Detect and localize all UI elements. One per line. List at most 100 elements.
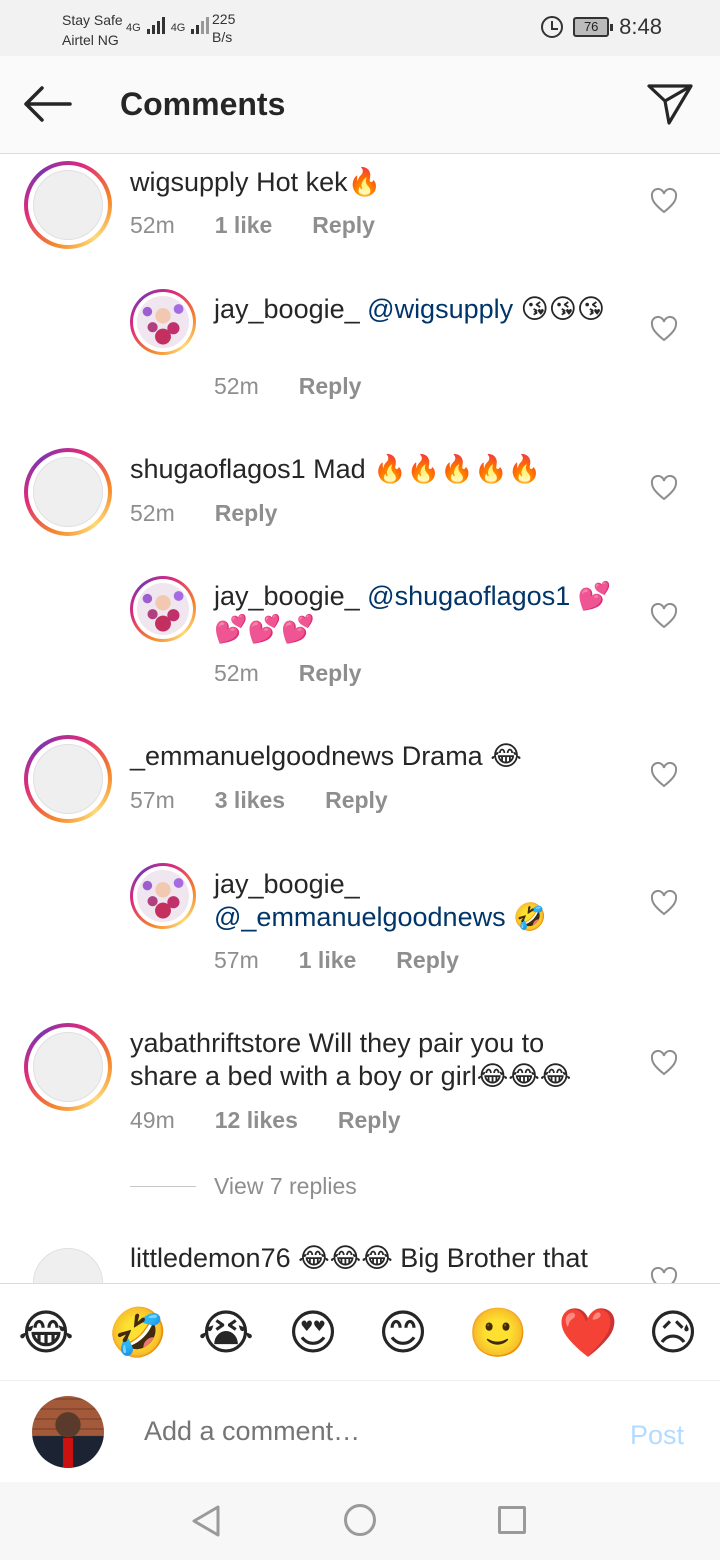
heart-icon[interactable] (650, 762, 678, 788)
status-right: 76 8:48 (541, 14, 662, 40)
comment-time: 52m (130, 212, 175, 238)
nav-back-icon[interactable] (190, 1504, 222, 1538)
signal-bars-icon (191, 14, 210, 34)
avatar[interactable] (24, 1023, 112, 1111)
heart-icon[interactable] (650, 316, 678, 342)
heart-icon[interactable] (650, 603, 678, 629)
alarm-icon (541, 16, 564, 38)
nav-recents-icon[interactable] (498, 1506, 526, 1534)
emoji-rolling-laughing-button[interactable]: 🤣 (108, 1306, 168, 1360)
comment-meta: 57m 3 likes Reply (130, 787, 388, 814)
heart-icon[interactable] (650, 1267, 678, 1283)
page-title: Comments (120, 86, 286, 122)
post-button[interactable]: Post (630, 1420, 684, 1451)
avatar[interactable] (24, 735, 112, 823)
comment-body: Drama 😂 (394, 741, 522, 771)
reply-button[interactable]: Reply (215, 500, 278, 527)
comment-text: _emmanuelgoodnews Drama 😂 (130, 740, 522, 773)
comment-mention[interactable]: @shugaoflagos1 (367, 581, 570, 611)
comment-username[interactable]: wigsupply (130, 167, 249, 197)
system-nav-bar (0, 1482, 720, 1560)
comment-meta: 57m 1 like Reply (214, 947, 459, 974)
comment-text: jay_boogie_ @wigsupply 😘😘😘 (214, 293, 614, 326)
reply-button[interactable]: Reply (396, 947, 459, 974)
heart-icon[interactable] (650, 188, 678, 214)
emoji-crying-button[interactable]: 😭 (198, 1306, 254, 1360)
comment-likes[interactable]: 12 likes (215, 1107, 298, 1134)
comment-time: 57m (214, 947, 259, 973)
avatar[interactable] (24, 448, 112, 536)
comment-body: Hot kek🔥 (248, 167, 382, 197)
comment-meta: 52m Reply (214, 660, 361, 687)
view-replies-button[interactable]: View 7 replies (130, 1173, 357, 1200)
comment-text: littledemon76 😂😂😂 Big Brother that (130, 1242, 630, 1275)
reply-button[interactable]: Reply (299, 373, 362, 400)
comment-time: 52m (130, 500, 175, 526)
emoji-slight-smile-button[interactable]: 🙂 (468, 1306, 528, 1360)
avatar[interactable] (24, 161, 112, 249)
comment-text: jay_boogie_ @_emmanuelgoodnews 🤣 (214, 868, 594, 934)
heart-icon[interactable] (650, 890, 678, 916)
comment-username[interactable]: shugaoflagos1 (130, 454, 306, 484)
comment-username[interactable]: _emmanuelgoodnews (130, 741, 394, 771)
comments-list: wigsupply Hot kek🔥 52m 1 like Reply jay_… (0, 155, 720, 1283)
comment-text: wigsupply Hot kek🔥 (130, 166, 381, 199)
comment-time: 49m (130, 1107, 175, 1133)
comment-mention[interactable]: @wigsupply (367, 294, 513, 324)
network-type-1: 4G (126, 22, 141, 34)
heart-icon[interactable] (650, 475, 678, 501)
emoji-sad-relieved-button[interactable]: 😥 (648, 1306, 698, 1360)
status-bar: Stay Safe Airtel NG 4G 4G 225 B/s 76 8:4… (0, 0, 720, 56)
emoji-quick-bar: 😂 🤣 😭 😍 😊 🙂 ❤️ 😥 (0, 1283, 720, 1381)
comment-username[interactable]: jay_boogie_ (214, 581, 360, 611)
comment-body: Mad 🔥🔥🔥🔥🔥 (305, 454, 542, 484)
avatar[interactable] (130, 863, 196, 929)
comment-username[interactable]: yabathriftstore (130, 1028, 301, 1058)
network-speed: 225 B/s (212, 10, 235, 46)
speed-unit: B/s (212, 29, 233, 45)
emoji-red-heart-button[interactable]: ❤️ (558, 1306, 618, 1360)
comment-likes[interactable]: 1 like (299, 947, 357, 974)
signal-indicators: 4G 4G (126, 14, 210, 34)
emoji-heart-eyes-button[interactable]: 😍 (288, 1306, 338, 1360)
comment-likes[interactable]: 3 likes (215, 787, 285, 814)
comment-text: yabathriftstore Will they pair you to sh… (130, 1027, 610, 1093)
comment-meta: 52m Reply (130, 500, 277, 527)
comment-meta: 52m 1 like Reply (130, 212, 375, 239)
comment-username[interactable]: littledemon76 (130, 1243, 291, 1273)
comment-time: 57m (130, 787, 175, 813)
divider-line (130, 1186, 196, 1187)
comment-text: shugaoflagos1 Mad 🔥🔥🔥🔥🔥 (130, 453, 541, 486)
heart-icon[interactable] (650, 1050, 678, 1076)
reply-button[interactable]: Reply (338, 1107, 401, 1134)
reply-button[interactable]: Reply (312, 212, 375, 239)
comment-likes[interactable]: 1 like (215, 212, 273, 239)
avatar[interactable] (24, 1239, 112, 1283)
avatar[interactable] (130, 289, 196, 355)
comment-composer: Post (0, 1382, 720, 1482)
nav-home-icon[interactable] (344, 1504, 376, 1536)
comment-input[interactable] (144, 1416, 584, 1447)
comment-time: 52m (214, 660, 259, 686)
reply-button[interactable]: Reply (325, 787, 388, 814)
back-arrow-icon[interactable] (22, 86, 72, 122)
reply-button[interactable]: Reply (299, 660, 362, 687)
comment-body: 😘😘😘 (513, 294, 606, 324)
emoji-smiling-button[interactable]: 😊 (378, 1306, 428, 1360)
comment-meta: 49m 12 likes Reply (130, 1107, 401, 1134)
emoji-tears-of-joy-button[interactable]: 😂 (18, 1306, 74, 1360)
comment-body: 🤣 (505, 902, 547, 932)
carrier-line1: Stay Safe (62, 12, 123, 28)
comment-time: 52m (214, 373, 259, 399)
speed-value: 225 (212, 11, 236, 27)
my-avatar (32, 1396, 104, 1468)
direct-send-icon[interactable] (646, 82, 694, 126)
carrier-info: Stay Safe Airtel NG (62, 10, 123, 50)
comment-username[interactable]: jay_boogie_ (214, 869, 360, 899)
avatar[interactable] (130, 576, 196, 642)
comment-username[interactable]: jay_boogie_ (214, 294, 360, 324)
view-replies-label: View 7 replies (214, 1173, 357, 1199)
comment-mention[interactable]: @_emmanuelgoodnews (214, 902, 506, 932)
comment-body: 😂😂😂 Big Brother that (290, 1243, 588, 1273)
clock: 8:48 (619, 14, 662, 39)
